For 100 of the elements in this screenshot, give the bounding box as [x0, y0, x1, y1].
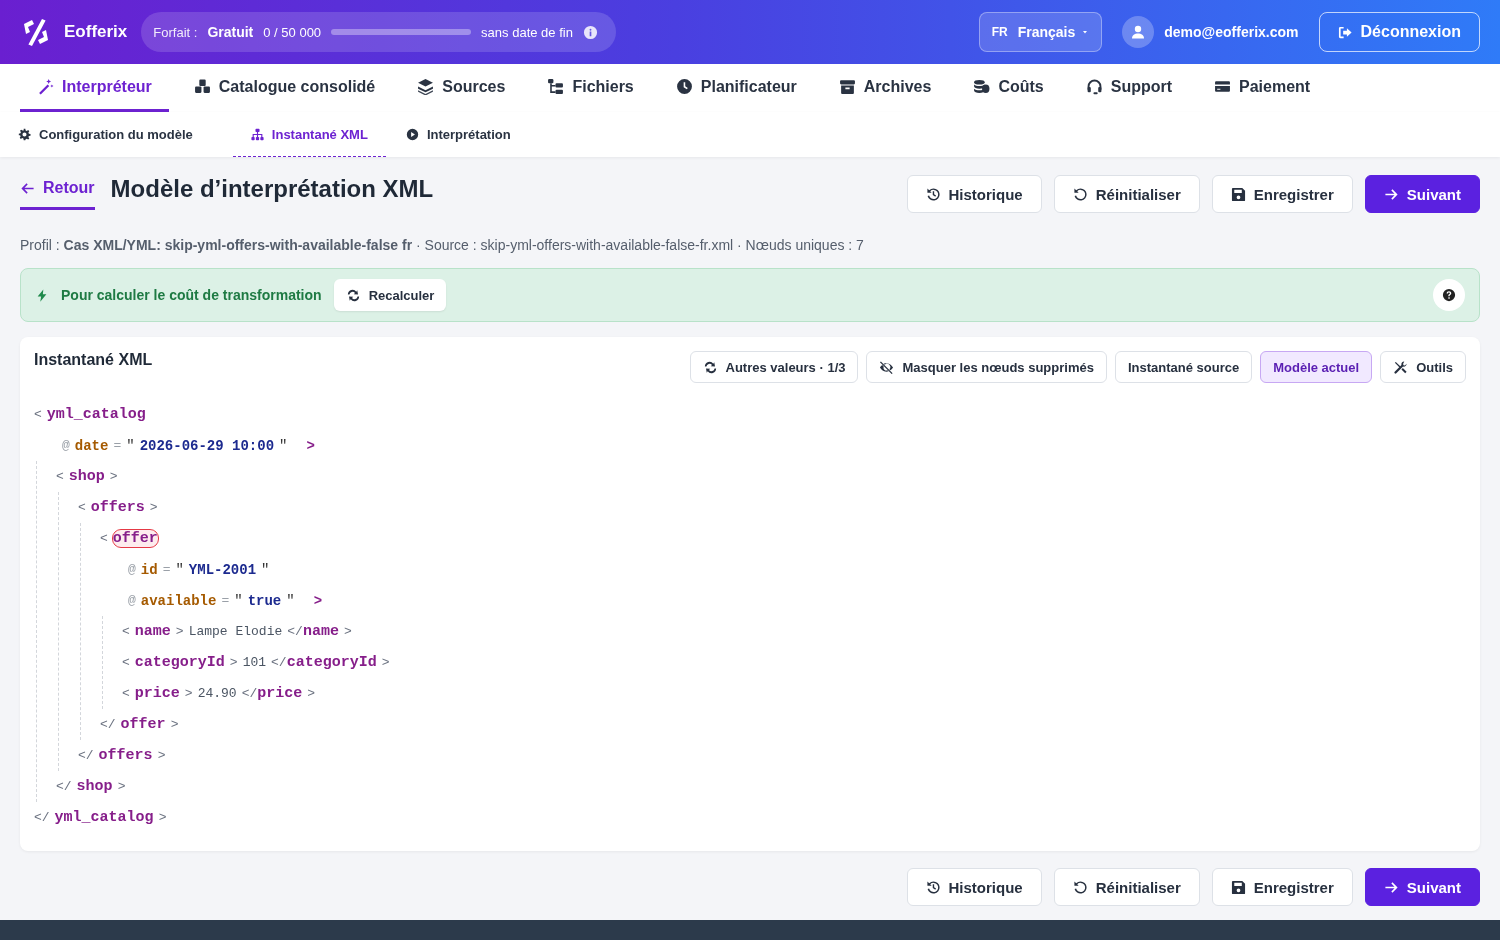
xml-text: Lampe Elodie: [188, 624, 283, 639]
xml-syntax: >: [229, 655, 238, 670]
coins-icon: [973, 78, 991, 95]
xml-syntax: ": [286, 592, 295, 609]
xml-syntax: =: [113, 438, 122, 453]
xml-syntax: </: [287, 624, 303, 639]
attribute-name: available: [140, 592, 217, 609]
xml-syntax: >: [117, 779, 126, 794]
xml-syntax: >: [158, 810, 167, 825]
xml-text: 24.90: [197, 686, 237, 701]
nav-tab[interactable]: Catalogue consolidé: [176, 64, 393, 112]
next-button[interactable]: Suivant: [1364, 868, 1480, 906]
nav-tab[interactable]: Support: [1068, 64, 1190, 112]
back-link[interactable]: Retour: [20, 175, 95, 210]
xml-tag[interactable]: name: [134, 623, 171, 640]
xml-syntax: >: [307, 686, 316, 701]
hierarchy-icon: [250, 127, 264, 141]
nav-tab[interactable]: Planificateur: [658, 64, 814, 112]
reset-button[interactable]: Réinitialiser: [1053, 175, 1200, 213]
arrow-left-icon: [20, 180, 35, 196]
xml-syntax: @: [62, 438, 70, 453]
xml-tag[interactable]: offer: [112, 530, 158, 547]
xml-syntax: <: [122, 655, 130, 670]
history-icon: [925, 186, 941, 202]
xml-tag: offer: [120, 716, 166, 733]
tool-button[interactable]: Instantané source: [1114, 351, 1253, 383]
user-email: demo@eofferix.com: [1164, 24, 1299, 40]
xml-syntax: ": [279, 437, 288, 454]
attribute-name: id: [140, 561, 158, 578]
xml-syntax: >: [175, 624, 184, 639]
next-button[interactable]: Suivant: [1364, 175, 1480, 213]
history-icon: [925, 879, 941, 895]
xml-syntax: @: [128, 562, 136, 577]
language-selector[interactable]: FR Français: [978, 12, 1103, 52]
xml-tag[interactable]: yml_catalog: [46, 406, 146, 423]
xml-syntax: ": [175, 561, 184, 578]
xml-syntax: >: [306, 437, 315, 454]
page-title: Modèle d’interprétation XML: [110, 175, 434, 203]
xml-syntax: ": [261, 561, 270, 578]
panel-title: Instantané XML: [34, 351, 153, 369]
xml-syntax: @: [128, 593, 136, 608]
reset-icon: [1072, 879, 1088, 895]
refresh-icon: [345, 287, 361, 303]
xml-syntax: >: [381, 655, 390, 670]
folder-tree-icon: [547, 78, 565, 95]
attribute-name: date: [74, 437, 109, 454]
tool-button[interactable]: Modèle actuel: [1260, 351, 1373, 383]
xml-syntax: <: [34, 407, 42, 422]
tool-button[interactable]: Outils: [1380, 351, 1466, 383]
logout-button[interactable]: Déconnexion: [1318, 12, 1480, 52]
xml-tag: name: [302, 623, 339, 640]
help-button[interactable]: [1433, 279, 1465, 311]
xml-syntax: <: [56, 469, 64, 484]
xml-text: 101: [242, 655, 267, 670]
xml-tag: price: [257, 685, 303, 702]
notice-text: Pour calculer le coût de transformation: [61, 287, 322, 303]
archive-icon: [838, 78, 856, 95]
avatar[interactable]: [1122, 16, 1155, 48]
history-button[interactable]: Historique: [906, 175, 1042, 213]
nav-tab[interactable]: Archives: [821, 64, 949, 112]
nav-tab[interactable]: Sources: [400, 64, 523, 112]
xml-syntax: >: [313, 592, 323, 609]
arrow-right-icon: [1383, 186, 1399, 202]
sub-tab[interactable]: Interprétation: [405, 112, 531, 157]
xml-tag: categoryId: [286, 654, 377, 671]
history-button[interactable]: Historique: [906, 868, 1042, 906]
tool-button[interactable]: Masquer les nœuds supprimés: [866, 351, 1107, 383]
reset-icon: [1072, 186, 1088, 202]
magic-wand-icon: [37, 78, 54, 95]
xml-syntax: </: [56, 779, 72, 794]
xml-syntax: <: [100, 531, 108, 546]
sub-tab[interactable]: Configuration du modèle: [18, 112, 213, 157]
xml-syntax: >: [109, 469, 118, 484]
xml-syntax: </: [34, 810, 50, 825]
settings-icon: [18, 127, 31, 141]
xml-syntax: >: [343, 624, 352, 639]
plan-usage: 0 / 50 000: [263, 24, 322, 40]
xml-syntax: =: [221, 593, 230, 608]
recalculate-button[interactable]: Recalculer: [333, 279, 447, 311]
nav-tab[interactable]: Paiement: [1197, 64, 1328, 112]
nav-tab[interactable]: Coûts: [956, 64, 1061, 112]
reset-button[interactable]: Réinitialiser: [1053, 868, 1200, 906]
xml-syntax: >: [149, 500, 158, 515]
eye-slash-icon: [879, 359, 895, 375]
xml-syntax: <: [122, 686, 130, 701]
bolt-icon: [35, 287, 49, 303]
xml-syntax: >: [184, 686, 193, 701]
xml-syntax: =: [162, 562, 171, 577]
save-button[interactable]: Enregistrer: [1211, 868, 1353, 906]
xml-tag[interactable]: categoryId: [134, 654, 225, 671]
sub-tab[interactable]: Instantané XML: [232, 112, 386, 157]
tool-button[interactable]: Autres valeurs · 1/3: [689, 351, 859, 383]
nav-tab[interactable]: Fichiers: [530, 64, 651, 112]
save-button[interactable]: Enregistrer: [1211, 175, 1353, 213]
xml-tag[interactable]: offers: [90, 499, 145, 516]
xml-tag[interactable]: shop: [68, 468, 105, 485]
brand-name: Eofferix: [64, 22, 128, 42]
xml-tag[interactable]: price: [134, 685, 180, 702]
xml-syntax: </: [78, 748, 94, 763]
layers-icon: [417, 78, 435, 95]
